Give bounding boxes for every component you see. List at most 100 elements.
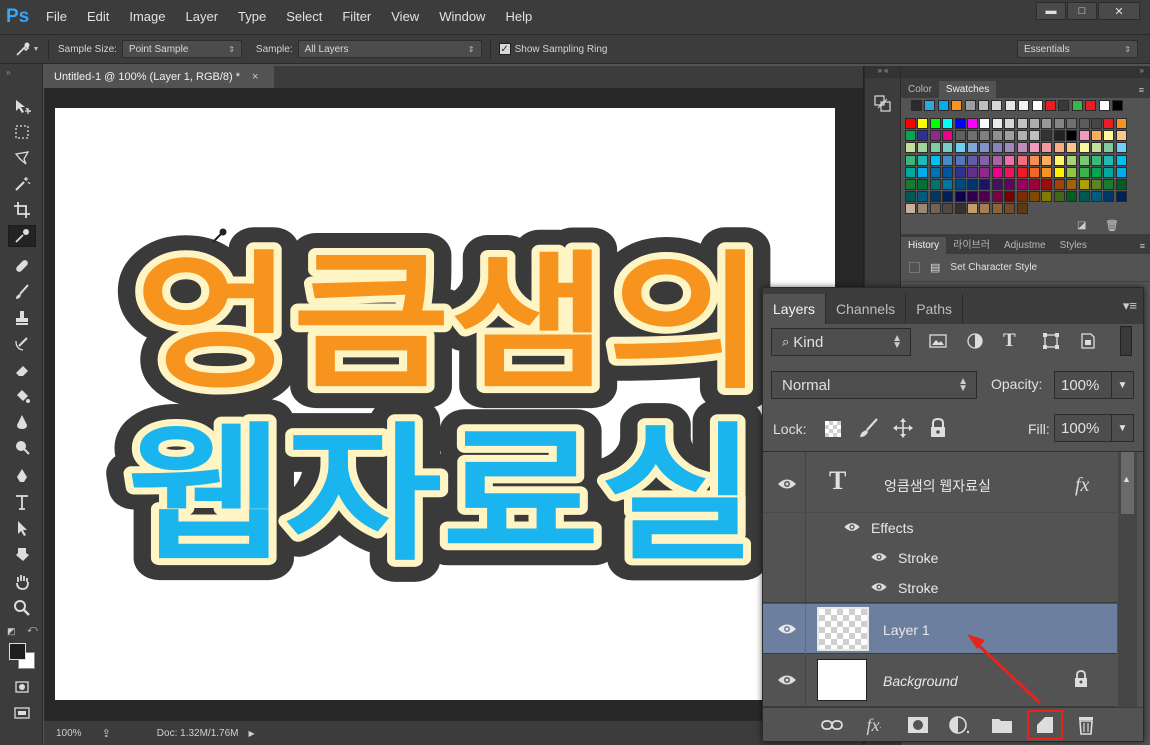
color-swatch[interactable] [954,118,966,129]
scroll-up-icon[interactable]: ▲ [1122,474,1131,484]
panel-menu-icon[interactable]: ▾≡ [1123,298,1137,314]
color-swatch[interactable] [1071,100,1083,111]
color-swatch[interactable] [967,191,978,203]
color-swatch[interactable] [991,191,1003,203]
filter-pixel-icon[interactable] [929,332,947,350]
blend-mode-select[interactable]: Normal ▲ ▼ [771,371,977,399]
color-swatch[interactable] [1078,179,1090,190]
color-swatch[interactable] [1041,118,1053,129]
color-swatch[interactable] [991,154,1003,166]
color-swatch[interactable] [954,179,966,190]
color-swatch[interactable] [1091,130,1102,142]
fx-icon[interactable]: fx [1075,474,1089,497]
path-selection-tool-icon[interactable] [8,517,36,539]
color-swatch[interactable] [964,100,976,111]
color-swatch[interactable] [979,118,991,129]
color-swatch[interactable] [917,203,929,215]
close-button[interactable]: ✕ [1098,2,1140,20]
color-swatch[interactable] [1029,166,1040,178]
color-swatch[interactable] [1004,191,1016,203]
add-mask-icon[interactable] [907,715,929,735]
color-swatch[interactable] [929,142,941,154]
link-layers-icon[interactable] [821,715,843,735]
color-swatch[interactable] [1066,179,1078,190]
delete-swatch-icon[interactable]: 🗑 [1105,219,1119,232]
color-swatch[interactable] [979,142,991,154]
visibility-eye-icon[interactable] [777,477,797,491]
status-menu-icon[interactable]: ▶ [249,729,255,738]
color-swatch[interactable] [1016,179,1028,190]
color-swatch[interactable] [1041,191,1053,203]
history-source-checkbox[interactable] [909,262,920,273]
sample-select[interactable]: All Layers ⇕ [297,40,482,58]
color-swatch[interactable] [942,166,954,178]
color-swatch[interactable] [979,166,991,178]
color-swatch[interactable] [991,179,1003,190]
color-swatch[interactable] [1115,142,1127,154]
color-swatch[interactable] [1103,191,1115,203]
color-swatch[interactable] [1029,154,1040,166]
color-swatch[interactable] [1041,154,1053,166]
tab-paths[interactable]: Paths [906,294,963,324]
brush-tool-icon[interactable] [8,281,36,303]
color-swatch[interactable] [1053,142,1065,154]
sample-size-select[interactable]: Point Sample ⇕ [121,40,242,58]
minimize-button[interactable]: ▬ [1036,2,1066,20]
menu-file[interactable]: File [36,0,77,34]
color-swatch[interactable] [911,100,922,111]
color-swatch[interactable] [1041,179,1053,190]
tab-libraries[interactable]: 라이브러 [946,233,997,254]
zoom-level[interactable]: 100% [56,728,82,739]
eyedropper-tool-icon[interactable] [8,225,36,247]
eyedropper-tool-preset-icon[interactable]: ▼ [10,39,44,59]
color-swatch[interactable] [1078,130,1090,142]
color-swatch[interactable] [917,118,929,129]
color-swatch[interactable] [967,179,978,190]
color-swatch[interactable] [1031,100,1043,111]
collapse-icon[interactable]: » [901,66,1150,78]
default-colors-icon[interactable]: ◩ [7,626,16,637]
color-swatch[interactable] [1016,142,1028,154]
lock-pixels-icon[interactable] [858,417,880,439]
color-swatch[interactable] [917,154,929,166]
color-swatch[interactable] [1103,142,1115,154]
chevron-down-icon[interactable]: ▼ [1111,415,1133,441]
color-swatch[interactable] [991,166,1003,178]
color-swatch[interactable] [954,166,966,178]
filter-shape-icon[interactable] [1042,332,1060,350]
layers-scrollbar[interactable]: ▲ [1118,452,1137,708]
color-swatch[interactable] [1066,142,1078,154]
color-swatch[interactable] [991,142,1003,154]
lock-all-icon[interactable] [928,417,948,439]
color-swatch[interactable] [967,118,978,129]
color-swatch[interactable] [1045,100,1056,111]
menu-help[interactable]: Help [495,0,542,34]
color-swatch[interactable] [1066,130,1078,142]
color-swatch[interactable] [1091,191,1102,203]
color-swatch[interactable] [905,154,916,166]
color-swatch[interactable] [954,142,966,154]
export-icon[interactable]: ⇪ [102,727,111,740]
color-swatch[interactable] [1103,154,1115,166]
color-swatch[interactable] [1004,142,1016,154]
color-swatch[interactable] [1058,100,1070,111]
color-swatch[interactable] [942,130,954,142]
color-swatch[interactable] [929,179,941,190]
color-swatch[interactable] [937,100,949,111]
color-swatch[interactable] [954,154,966,166]
color-swatch[interactable] [942,179,954,190]
color-swatch[interactable] [942,118,954,129]
color-swatch[interactable] [1053,118,1065,129]
collapse-icon[interactable]: » [6,68,10,77]
color-swatch[interactable] [905,203,916,215]
color-swatch[interactable] [1112,100,1123,111]
layer-name-background[interactable]: Background [883,673,958,689]
panel-menu-icon[interactable]: ≡ [1139,85,1144,95]
color-swatch[interactable] [1053,130,1065,142]
color-swatch[interactable] [1085,100,1097,111]
color-swatch[interactable] [1016,130,1028,142]
chevron-down-icon[interactable]: ▼ [1111,372,1133,398]
color-swatch[interactable] [991,100,1003,111]
effect-stroke-1[interactable]: Stroke [898,550,938,566]
menu-select[interactable]: Select [276,0,332,34]
